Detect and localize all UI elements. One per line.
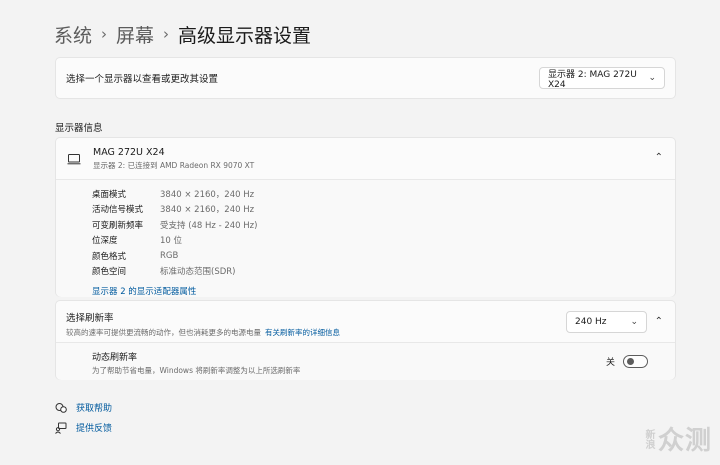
page-title: 高级显示器设置 xyxy=(178,24,312,47)
refresh-rate-row: 选择刷新率 较高的速率可提供更流畅的动作，但也消耗更多的电源电量 有关刷新率的详细… xyxy=(56,301,675,343)
refresh-rate-dropdown[interactable]: 240 Hz ⌄ xyxy=(566,311,647,333)
info-key: 颜色格式 xyxy=(92,251,127,262)
info-value: RGB xyxy=(160,250,179,261)
breadcrumb-separator-icon: › xyxy=(163,25,170,43)
info-row: 活动信号模式 3840 × 2160，240 Hz xyxy=(92,202,675,218)
info-row: 可变刷新频率 受支持 (48 Hz - 240 Hz) xyxy=(92,217,675,233)
toggle-knob xyxy=(627,358,634,365)
info-key: 活动信号模式 xyxy=(92,205,144,216)
watermark-big: 众测 xyxy=(657,426,712,456)
display-select-card: 选择一个显示器以查看或更改其设置 显示器 2: MAG 272U X24 ⌄ xyxy=(55,57,676,99)
section-title: 显示器信息 xyxy=(55,123,103,134)
display-select-value: 显示器 2: MAG 272U X24 xyxy=(548,69,637,90)
info-value: 标准动态范围(SDR) xyxy=(160,267,236,278)
monitor-name: MAG 272U X24 xyxy=(93,146,165,158)
breadcrumb-system[interactable]: 系统 xyxy=(54,21,92,48)
monitor-icon xyxy=(67,152,81,166)
info-key: 颜色空间 xyxy=(92,267,127,278)
breadcrumb-display[interactable]: 屏幕 xyxy=(116,21,154,48)
display-info-card: MAG 272U X24 显示器 2: 已连接到 AMD Radeon RX 9… xyxy=(55,137,676,297)
display-select-label: 选择一个显示器以查看或更改其设置 xyxy=(66,74,219,85)
display-select-dropdown[interactable]: 显示器 2: MAG 272U X24 ⌄ xyxy=(539,67,665,90)
breadcrumb-separator-icon: › xyxy=(101,25,108,43)
dynamic-refresh-toggle[interactable] xyxy=(623,355,648,368)
get-help-link[interactable]: 获取帮助 xyxy=(55,401,112,414)
help-icon xyxy=(55,402,67,414)
monitor-connection: 显示器 2: 已连接到 AMD Radeon RX 9070 XT xyxy=(93,160,255,170)
info-value: 10 位 xyxy=(160,236,183,247)
watermark-small: 新浪 xyxy=(642,428,654,449)
get-help-label: 获取帮助 xyxy=(76,404,113,414)
dynamic-refresh-row: 动态刷新率 为了帮助节省电量，Windows 将刷新率调整为以上所选刷新率 关 xyxy=(56,343,675,380)
info-row: 颜色空间 标准动态范围(SDR) xyxy=(92,264,675,280)
info-key: 可变刷新频率 xyxy=(92,220,144,231)
info-key: 位深度 xyxy=(92,236,118,247)
display-info-body: 桌面模式 3840 × 2160，240 Hz 活动信号模式 3840 × 2160… xyxy=(56,180,675,297)
info-row: 桌面模式 3840 × 2160，240 Hz xyxy=(92,186,675,202)
chevron-down-icon: ⌄ xyxy=(648,73,656,83)
chevron-down-icon: ⌄ xyxy=(630,317,638,327)
chevron-up-icon[interactable]: ⌃ xyxy=(655,316,663,327)
info-row: 位深度 10 位 xyxy=(92,233,675,249)
refresh-rate-card: 选择刷新率 较高的速率可提供更流畅的动作，但也消耗更多的电源电量 有关刷新率的详细… xyxy=(55,300,676,380)
info-key: 桌面模式 xyxy=(92,189,127,200)
chevron-up-icon[interactable]: ⌃ xyxy=(655,152,663,163)
refresh-rate-desc-text: 较高的速率可提供更流畅的动作，但也消耗更多的电源电量 xyxy=(66,328,261,337)
watermark: 新浪 众测 xyxy=(643,420,712,457)
dynamic-refresh-title: 动态刷新率 xyxy=(92,353,138,363)
feedback-label: 提供反馈 xyxy=(76,424,113,434)
dynamic-refresh-desc: 为了帮助节省电量，Windows 将刷新率调整为以上所选刷新率 xyxy=(92,366,301,375)
breadcrumb: 系统 › 屏幕 › 高级显示器设置 xyxy=(54,20,311,48)
info-row: 颜色格式 RGB xyxy=(92,248,675,264)
info-value: 3840 × 2160，240 Hz xyxy=(160,189,255,200)
feedback-link[interactable]: 提供反馈 xyxy=(55,421,112,434)
adapter-properties-link[interactable]: 显示器 2 的显示适配器属性 xyxy=(92,285,196,297)
refresh-rate-info-link[interactable]: 有关刷新率的详细信息 xyxy=(265,328,340,337)
display-info-header[interactable]: MAG 272U X24 显示器 2: 已连接到 AMD Radeon RX 9… xyxy=(56,138,675,180)
feedback-icon xyxy=(55,422,67,434)
dynamic-refresh-toggle-wrap: 关 xyxy=(606,355,648,368)
info-value: 受支持 (48 Hz - 240 Hz) xyxy=(160,220,258,231)
toggle-state-label: 关 xyxy=(605,358,615,368)
info-value: 3840 × 2160，240 Hz xyxy=(160,205,255,216)
refresh-rate-value: 240 Hz xyxy=(575,317,607,327)
